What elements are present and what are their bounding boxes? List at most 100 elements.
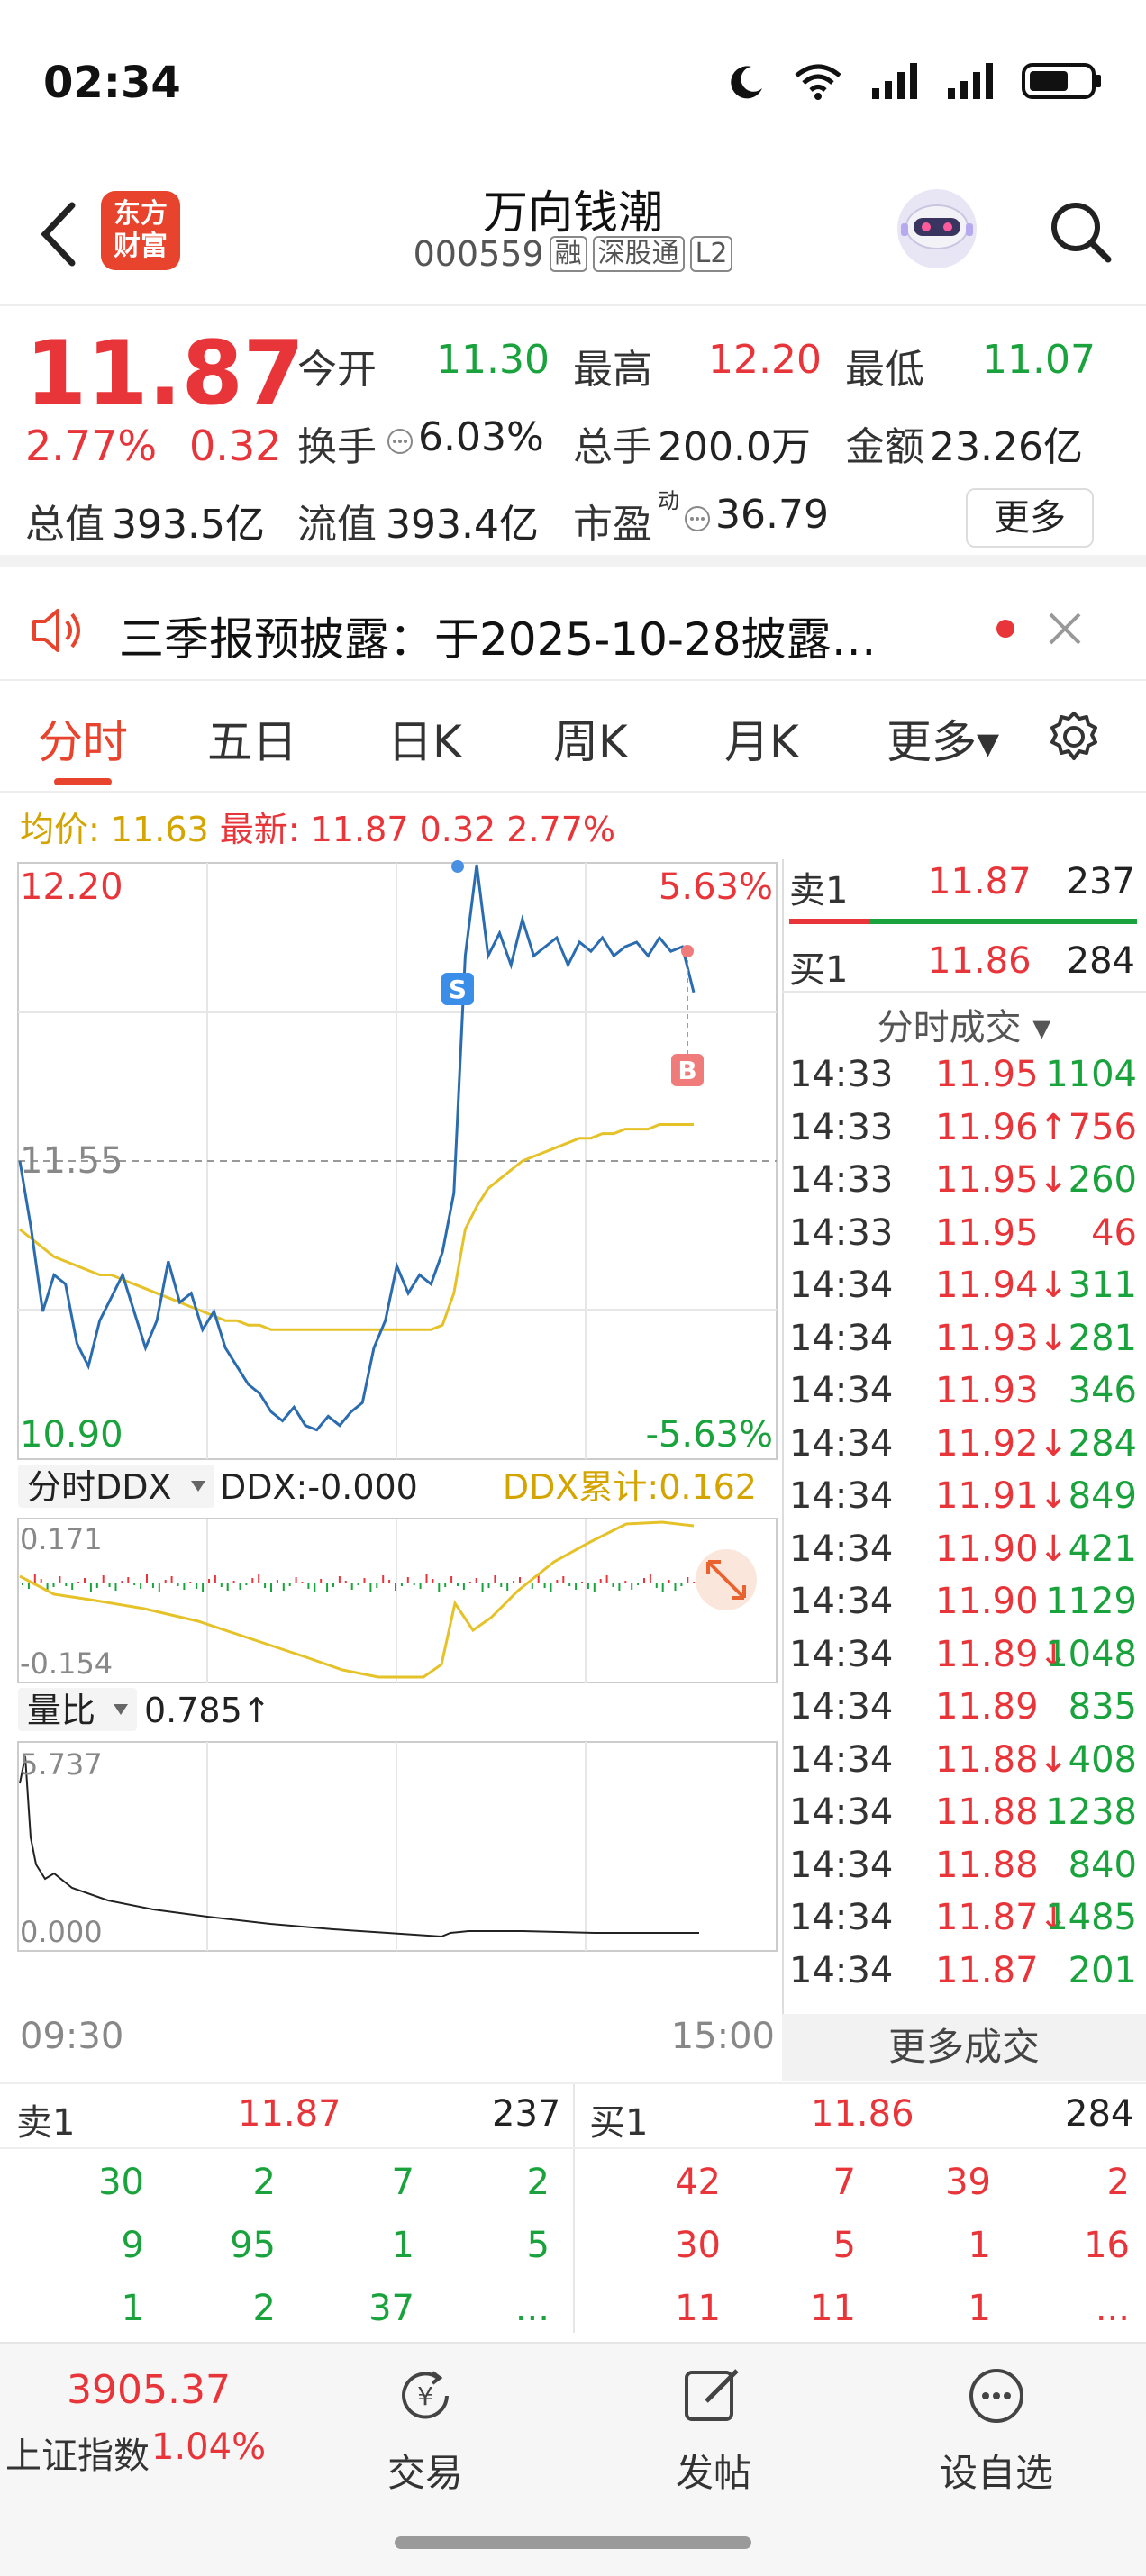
intraday-chart[interactable]: S B 12.20 11.55 10.90 5.63% -5.63% <box>17 860 778 1460</box>
ddx-bar <box>22 1583 23 1585</box>
pe-info-icon[interactable] <box>683 504 712 533</box>
notice-bar[interactable]: 三季报预披露：于2025-10-28披露… <box>0 580 1146 681</box>
trade-price: 11.87 <box>935 1949 1039 1991</box>
amount-value: 23.26亿 <box>930 424 1083 470</box>
y-bottom-label: 10.90 <box>20 1414 123 1456</box>
ddx-value: DDX:-0.000 <box>220 1467 418 1507</box>
ddx-bar <box>270 1583 272 1592</box>
trade-row: 14:33 11.95 46 <box>789 1212 1141 1265</box>
sell-queue-cell: 1 <box>391 2225 414 2266</box>
index-value[interactable]: 3905.37 <box>67 2367 231 2413</box>
vr-header: 量比 0.785↑ <box>18 1688 271 1731</box>
more-trades-button[interactable]: 更多成交 <box>782 2014 1146 2081</box>
trade-volume: 1129 <box>1045 1581 1137 1622</box>
book-sell-price: 11.87 <box>238 2093 341 2135</box>
ddx-bar <box>102 1575 105 1583</box>
ai-assistant-avatar[interactable] <box>892 184 982 274</box>
more-quote-button[interactable]: 更多 <box>966 488 1094 548</box>
close-icon[interactable] <box>1045 609 1085 649</box>
tab-more[interactable]: 更多▾ <box>887 706 999 771</box>
home-indicator[interactable] <box>395 2536 751 2549</box>
trade-price: 11.89 <box>935 1686 1039 1728</box>
trade-time: 14:34 <box>789 1370 894 1411</box>
ddx-bar <box>587 1583 589 1589</box>
index-name[interactable]: 上证指数 <box>5 2426 150 2479</box>
ddx-bar <box>556 1580 559 1583</box>
volume-ratio-chart[interactable]: 5.737 0.000 <box>17 1741 778 1952</box>
sell-marker-text: S <box>449 975 467 1004</box>
chart-tabs: 分时 五日 日K 周K 月K 更多▾ <box>0 681 1146 793</box>
nav-post[interactable]: 发帖 <box>623 2443 804 2498</box>
nav-watchlist[interactable]: 设自选 <box>906 2443 1087 2498</box>
buy-queue-cell: 30 <box>675 2225 721 2266</box>
tab-intraday[interactable]: 分时 <box>38 706 128 771</box>
ddx-chart[interactable]: 0.171 -0.154 <box>17 1518 778 1683</box>
ddx-bar <box>350 1583 353 1590</box>
avg-label: 均价: <box>20 810 100 849</box>
sell-queue-cell: 95 <box>230 2225 276 2266</box>
index-pct[interactable]: 1.04% <box>151 2426 266 2468</box>
buy-queue-cell: 2 <box>1106 2162 1130 2203</box>
pct-top-label: 5.63% <box>659 866 773 908</box>
ddx-bar <box>338 1576 341 1583</box>
tab-five-day[interactable]: 五日 <box>207 706 297 771</box>
ddx-bar <box>301 1582 304 1583</box>
turnover-info-icon[interactable] <box>386 427 414 456</box>
trade-time: 14:34 <box>789 1791 894 1833</box>
ddx-bar <box>406 1577 409 1583</box>
ddx-indicator-label[interactable]: 分时DDX <box>27 1467 172 1507</box>
status-icons <box>726 61 1103 101</box>
ddx-bar <box>121 1581 123 1583</box>
trade-time: 14:34 <box>789 1475 894 1517</box>
ddx-bar <box>419 1583 422 1589</box>
search-icon[interactable] <box>1045 196 1117 268</box>
chart-summary: 均价: 11.63 最新: 11.87 0.32 2.77% <box>20 802 615 851</box>
last-price: 11.87 <box>25 322 305 425</box>
ddx-bars <box>22 1574 702 1592</box>
avg-value: 11.63 <box>110 810 209 849</box>
ddx-bar <box>314 1583 316 1592</box>
ddx-bar <box>108 1583 111 1587</box>
trade-row: 14:34 11.89↓ 1048 <box>789 1634 1141 1686</box>
float-label: 流值 <box>297 502 377 548</box>
ddx-bar <box>33 1574 36 1583</box>
ddx-bar <box>127 1577 130 1583</box>
post-icon[interactable] <box>681 2362 746 2426</box>
vr-indicator-label[interactable]: 量比 <box>27 1691 96 1730</box>
trade-volume: 421 <box>1068 1528 1137 1570</box>
wifi-icon <box>795 64 841 100</box>
trade-volume: 1104 <box>1045 1054 1137 1095</box>
trade-icon[interactable]: ¥ <box>393 2363 458 2428</box>
battery-icon <box>1022 63 1101 99</box>
sell-queue-cell: 5 <box>526 2225 550 2266</box>
ddx-bar <box>432 1579 434 1583</box>
trade-row: 14:33 11.95 1104 <box>789 1054 1141 1106</box>
trade-time: 14:34 <box>789 1897 894 1938</box>
tab-daily-k[interactable]: 日K <box>387 706 462 771</box>
trade-price: 11.95↓ <box>935 1159 1069 1201</box>
ddx-bar <box>687 1577 689 1583</box>
ddx-bar <box>631 1583 633 1590</box>
sell-queue-cell: 2 <box>252 2288 276 2329</box>
tab-weekly-k[interactable]: 周K <box>553 706 628 771</box>
nav-trade[interactable]: 交易 <box>335 2443 515 2498</box>
trades-header[interactable]: 分时成交 ▾ <box>782 998 1146 1050</box>
ddx-bar <box>220 1583 223 1587</box>
ddx-bar <box>487 1583 490 1588</box>
gear-icon[interactable] <box>1045 708 1103 766</box>
turnover-label: 换手 <box>297 424 377 470</box>
ddx-bar <box>258 1574 260 1583</box>
ddx-bar <box>114 1583 117 1591</box>
watchlist-icon[interactable] <box>964 2363 1029 2428</box>
buy-queue-cell: 5 <box>832 2225 856 2266</box>
svg-text:¥: ¥ <box>417 2381 433 2411</box>
buy-queue-cell: 11 <box>810 2288 856 2329</box>
ddx-bar <box>264 1583 267 1588</box>
trade-time: 14:33 <box>789 1106 894 1148</box>
moon-icon <box>731 66 762 99</box>
tab-monthly-k[interactable]: 月K <box>724 706 799 771</box>
trade-price: 11.96↑ <box>935 1106 1069 1148</box>
book-buy-label: 买1 <box>589 2102 649 2144</box>
ddx-bar <box>457 1583 459 1586</box>
trade-price: 11.88 <box>935 1791 1039 1833</box>
